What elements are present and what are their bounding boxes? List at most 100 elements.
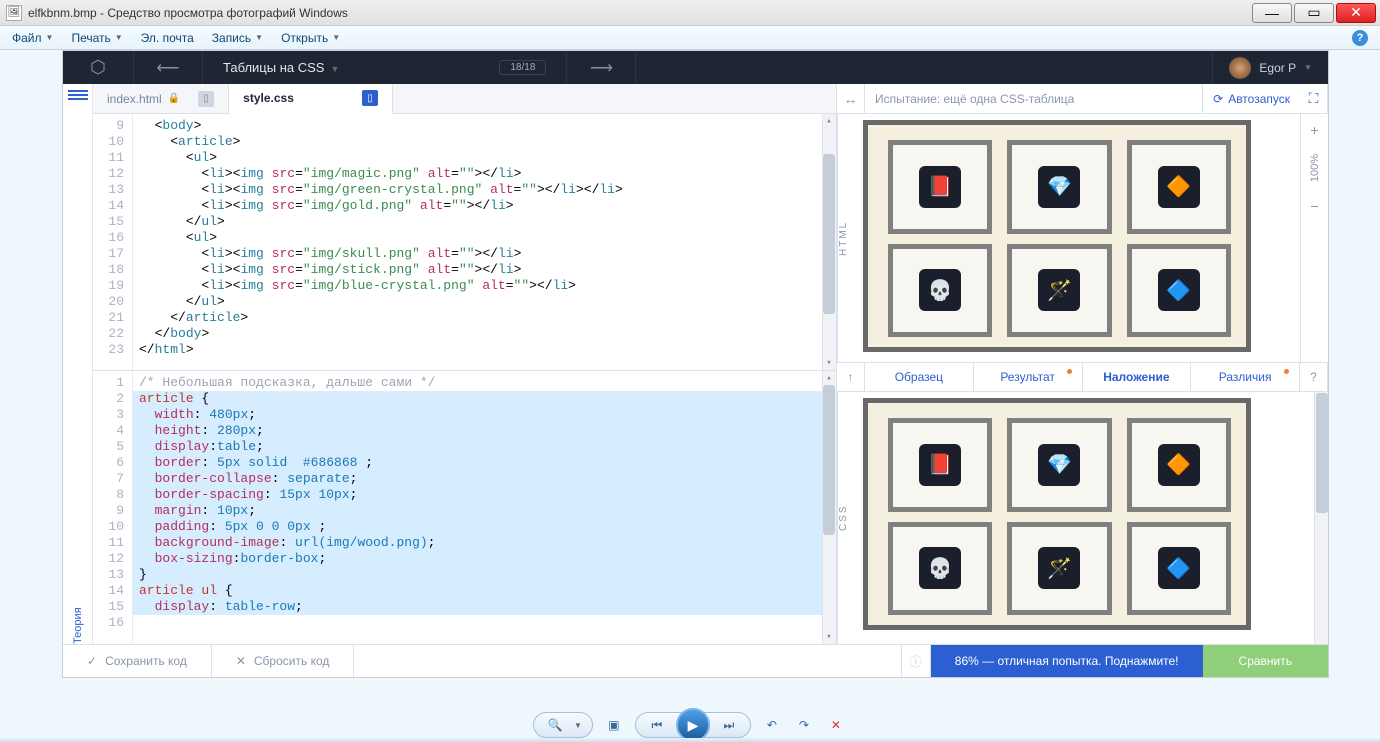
game-cell: 💎 (1007, 140, 1111, 234)
rotate-ccw-icon[interactable]: ↶ (761, 714, 783, 736)
game-cell: 💎 (1007, 418, 1111, 512)
game-item-icon: 📕 (919, 444, 961, 486)
fit-icon[interactable]: ▣ (603, 714, 625, 736)
game-cell: 💀 (888, 244, 992, 338)
code-area: index.html🔒 ▯ style.css ▯ 91011121314151… (93, 84, 837, 644)
tab-index-html[interactable]: index.html🔒 ▯ (93, 84, 229, 113)
layout-left-icon[interactable]: ▯ (198, 91, 214, 107)
html-editor[interactable]: 91011121314151617181920212223 <body> <ar… (93, 114, 836, 370)
theory-sidebar: Теория (63, 84, 93, 644)
tab-diff[interactable]: Различия (1191, 363, 1300, 391)
collapse-up-icon[interactable]: ↑ (837, 363, 865, 391)
game-item-icon: 💎 (1038, 444, 1080, 486)
help-icon[interactable]: ? (1352, 30, 1368, 46)
tab-style-css[interactable]: style.css ▯ (229, 84, 393, 114)
game-cell: 🔷 (1127, 522, 1231, 616)
menu-burn[interactable]: Запись▼ (212, 31, 263, 45)
tab-sample[interactable]: Образец (865, 363, 974, 391)
zoom-controls: + 100% − (1300, 114, 1328, 362)
zoom-in-button[interactable]: + (1310, 114, 1318, 146)
scrollbar[interactable]: ▴ ▾ (822, 371, 836, 644)
css-editor[interactable]: 12345678910111213141516 /* Небольшая под… (93, 370, 836, 644)
save-code-button[interactable]: ✓Сохранить код (63, 645, 212, 677)
tab-overlay[interactable]: Наложение (1083, 363, 1192, 391)
last-button[interactable]: ⏭ (718, 714, 740, 736)
scroll-down-icon[interactable]: ▾ (822, 630, 836, 644)
scroll-down-icon[interactable]: ▾ (822, 356, 836, 370)
scrollbar[interactable] (1314, 392, 1328, 644)
help-tab-icon[interactable]: ? (1300, 363, 1328, 391)
user-menu[interactable]: Egor P ▼ (1212, 51, 1328, 84)
avatar (1229, 57, 1251, 79)
next-lesson-button[interactable]: ⟶ (566, 51, 636, 84)
first-button[interactable]: ⏮ (646, 714, 668, 736)
reset-code-button[interactable]: ✕Сбросить код (212, 645, 355, 677)
editor-tabs: index.html🔒 ▯ style.css ▯ (93, 84, 836, 114)
game-cell: 🔶 (1127, 140, 1231, 234)
preview-top: 📕 💎 🔶 💀 🪄 🔷 (857, 114, 1300, 362)
game-cell: 🪄 (1007, 244, 1111, 338)
tab-result[interactable]: Результат (974, 363, 1083, 391)
rotate-cw-icon[interactable]: ↷ (793, 714, 815, 736)
game-item-icon: 💎 (1038, 166, 1080, 208)
zoom-magnifier-icon[interactable]: 🔍 (544, 714, 566, 736)
lesson-title[interactable]: Таблицы на CSS▼ (203, 60, 359, 75)
preview-area: ↔ Испытание: ещё одна CSS-таблица ⟳Автоз… (837, 84, 1328, 644)
autorun-toggle[interactable]: ⟳Автозапуск (1202, 84, 1300, 113)
menu-file[interactable]: Файл▼ (12, 31, 53, 45)
photo-player-controls: 🔍▼ ▣ ⏮ ▶ ⏭ ↶ ↷ ✕ (533, 712, 847, 738)
app-header: ⬡ ⟵ Таблицы на CSS▼ 18/18 ⟶ Egor P ▼ (63, 51, 1328, 84)
menu-open[interactable]: Открыть▼ (281, 31, 340, 45)
game-item-icon: 🔶 (1158, 166, 1200, 208)
game-item-icon: 📕 (919, 166, 961, 208)
window-title: elfkbnm.bmp - Средство просмотра фотогра… (28, 6, 348, 20)
css-pane-label: CSS (837, 392, 857, 644)
compare-button[interactable]: Сравнить (1203, 645, 1328, 677)
logo-icon[interactable]: ⬡ (63, 57, 133, 78)
lock-icon: 🔒 (168, 93, 180, 104)
game-item-icon: 🔷 (1158, 547, 1200, 589)
menu-print[interactable]: Печать▼ (71, 31, 122, 45)
game-cell: 🔷 (1127, 244, 1231, 338)
game-item-icon: 🔶 (1158, 444, 1200, 486)
game-cell: 🔶 (1127, 418, 1231, 512)
game-item-icon: 🪄 (1038, 547, 1080, 589)
scrollbar[interactable]: ▴ ▾ (822, 114, 836, 370)
close-icon: ✕ (236, 654, 246, 668)
hamburger-icon[interactable] (68, 90, 88, 106)
game-cell: 📕 (888, 418, 992, 512)
maximize-button[interactable]: ▭ (1294, 3, 1334, 23)
game-item-icon: 💀 (919, 269, 961, 311)
game-cell: 📕 (888, 140, 992, 234)
scroll-up-icon[interactable]: ▴ (822, 371, 836, 385)
app-icon: 🖼 (6, 5, 22, 21)
prev-lesson-button[interactable]: ⟵ (133, 51, 203, 84)
photo-viewer-menu: Файл▼ Печать▼ Эл. почта Запись▼ Открыть▼… (0, 26, 1380, 50)
close-button[interactable]: ✕ (1336, 3, 1376, 23)
code-app: ⬡ ⟵ Таблицы на CSS▼ 18/18 ⟶ Egor P ▼ Тео… (62, 50, 1329, 678)
zoom-out-button[interactable]: − (1310, 190, 1318, 222)
theory-label[interactable]: Теория (72, 144, 84, 644)
game-table-overlay: 📕💎🔶💀🪄🔷 (863, 398, 1251, 630)
expand-horizontal-icon[interactable]: ↔ (837, 84, 865, 113)
compare-tabs: ↑ Образец Результат Наложение Различия ? (837, 362, 1328, 392)
menu-email[interactable]: Эл. почта (141, 31, 194, 45)
challenge-title: Испытание: ещё одна CSS-таблица (865, 92, 1202, 106)
game-table-output: 📕 💎 🔶 💀 🪄 🔷 (863, 120, 1251, 352)
taskbar (0, 738, 1380, 742)
scroll-up-icon[interactable]: ▴ (822, 114, 836, 128)
layout-right-icon[interactable]: ▯ (362, 90, 378, 106)
fullscreen-icon[interactable]: ⛶ (1300, 84, 1328, 113)
check-icon: ✓ (87, 654, 97, 668)
minimize-button[interactable]: — (1252, 3, 1292, 23)
footer-actions: ✓Сохранить код ✕Сбросить код ⓘ 86% — отл… (63, 644, 1328, 677)
delete-button[interactable]: ✕ (825, 714, 847, 736)
game-item-icon: 🪄 (1038, 269, 1080, 311)
html-pane-label: HTML (837, 114, 857, 362)
info-icon[interactable]: ⓘ (901, 645, 931, 677)
zoom-percent: 100% (1309, 146, 1321, 190)
play-slideshow-button[interactable]: ▶ (676, 708, 710, 742)
game-item-icon: 🔷 (1158, 269, 1200, 311)
game-cell: 🪄 (1007, 522, 1111, 616)
window-titlebar: 🖼 elfkbnm.bmp - Средство просмотра фотог… (0, 0, 1380, 26)
